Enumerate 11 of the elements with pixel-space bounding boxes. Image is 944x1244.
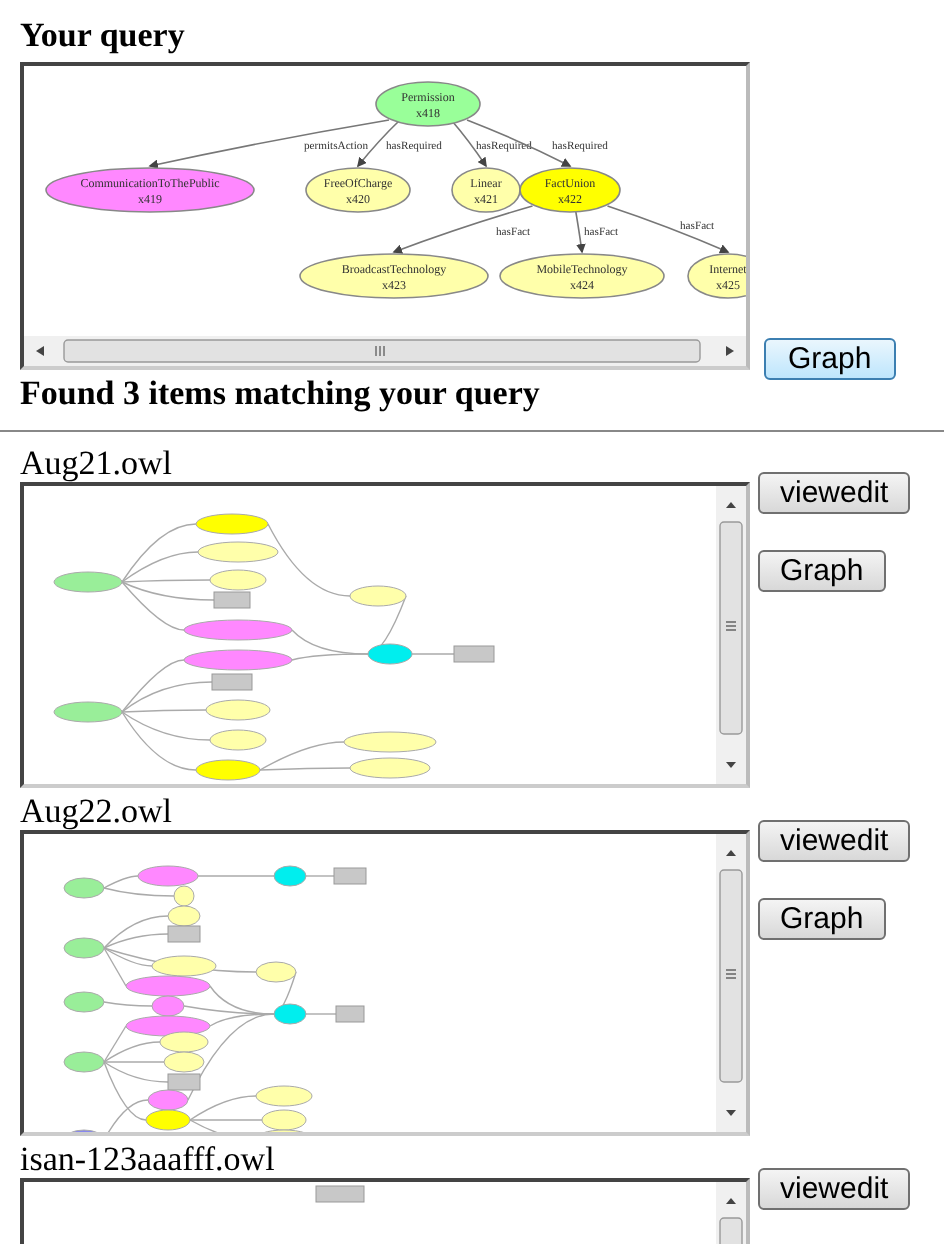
viewedit-button[interactable]: viewedit (758, 1168, 911, 1210)
file-name: Aug21.owl (20, 444, 175, 482)
viewedit-button[interactable]: viewedit (758, 820, 911, 862)
section-heading: Your query (20, 16, 187, 56)
graph-button[interactable]: Graph (758, 898, 886, 940)
file-name: isan-123aaafff.owl (20, 1140, 277, 1178)
graph-button[interactable]: Graph (758, 550, 886, 592)
results-heading: Found 3 items matching your query (20, 374, 542, 414)
file-name: Aug22.owl (20, 792, 175, 830)
graph-button[interactable]: Graph (764, 338, 896, 380)
viewedit-button[interactable]: viewedit (758, 472, 911, 514)
